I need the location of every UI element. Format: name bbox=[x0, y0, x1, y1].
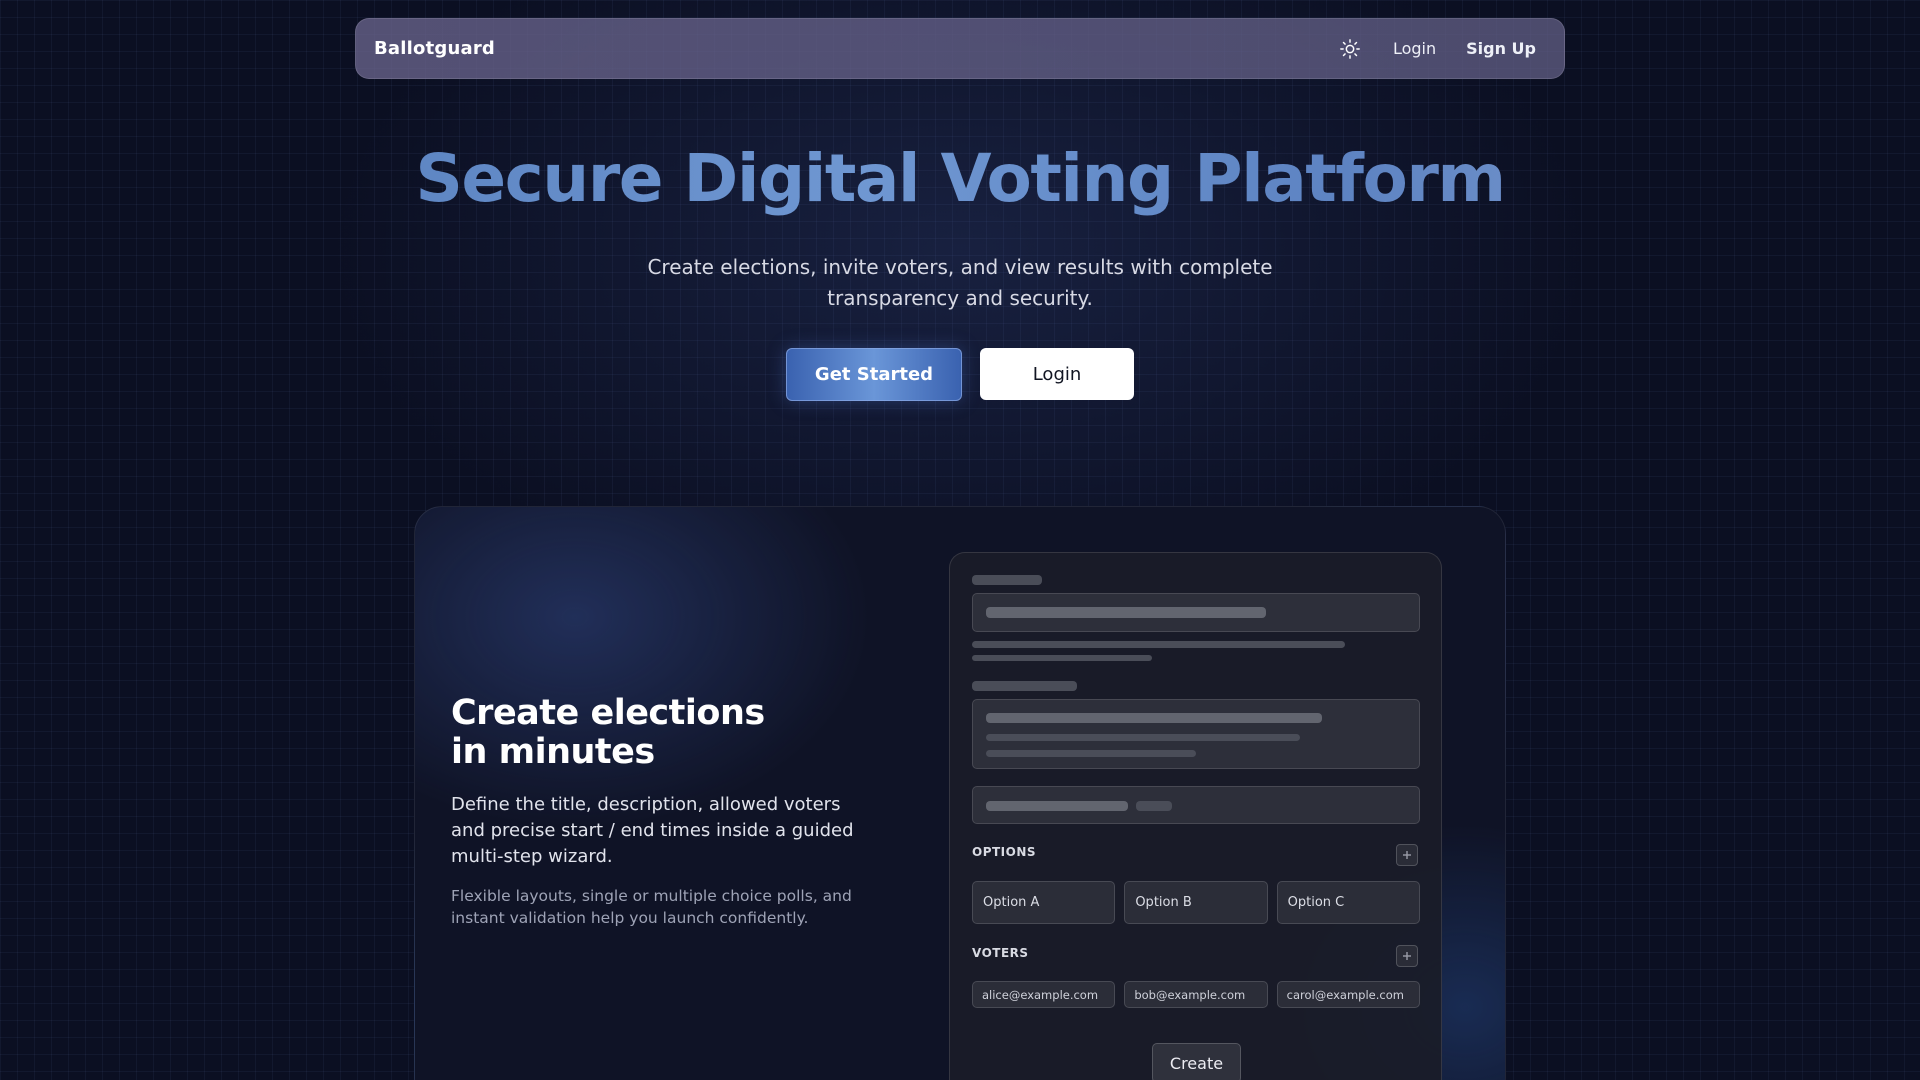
option-chip[interactable]: Option B bbox=[1124, 881, 1268, 924]
voter-chip[interactable]: carol@example.com bbox=[1276, 981, 1420, 1008]
voters-label: VOTERS bbox=[972, 946, 1029, 960]
plus-icon bbox=[1403, 952, 1411, 960]
nav-signup-link[interactable]: Sign Up bbox=[1466, 39, 1536, 58]
skeleton-label bbox=[972, 575, 1042, 585]
option-chip[interactable]: Option A bbox=[972, 881, 1116, 924]
get-started-button[interactable]: Get Started bbox=[786, 348, 962, 401]
nav-actions: Login Sign Up bbox=[1337, 36, 1536, 62]
feature-card: Create elections in minutes Define the t… bbox=[414, 506, 1506, 1080]
skeleton-title-input bbox=[972, 593, 1420, 632]
hero-title: Secure Digital Voting Platform bbox=[0, 140, 1920, 217]
skeleton-label bbox=[972, 681, 1077, 691]
skeleton-line bbox=[986, 713, 1322, 723]
hero-login-button[interactable]: Login bbox=[980, 348, 1134, 400]
skeleton-line bbox=[986, 607, 1266, 618]
skeleton-line bbox=[986, 750, 1196, 757]
add-voter-button[interactable] bbox=[1396, 945, 1418, 967]
plus-icon bbox=[1403, 851, 1411, 859]
feature-heading: Create elections in minutes bbox=[451, 693, 765, 772]
skeleton-line bbox=[986, 734, 1300, 741]
brand-logo[interactable]: Ballotguard bbox=[374, 38, 495, 59]
nav-login-link[interactable]: Login bbox=[1393, 39, 1436, 58]
feature-note: Flexible layouts, single or multiple cho… bbox=[451, 887, 852, 927]
election-form-preview: OPTIONS Option A Option B Option C VOTER… bbox=[949, 552, 1442, 1080]
add-option-button[interactable] bbox=[1396, 844, 1418, 866]
voters-list: alice@example.com bob@example.com carol@… bbox=[972, 981, 1420, 1008]
sun-icon bbox=[1340, 38, 1360, 59]
hero-actions: Get Started Login bbox=[0, 348, 1920, 401]
create-election-button[interactable]: Create bbox=[1152, 1043, 1241, 1080]
options-list: Option A Option B Option C bbox=[972, 881, 1420, 924]
option-chip[interactable]: Option C bbox=[1276, 881, 1420, 924]
skeleton-date-input bbox=[972, 786, 1420, 824]
hero-subtitle: Create elections, invite voters, and vie… bbox=[647, 255, 1273, 310]
skeleton-line bbox=[1136, 801, 1172, 811]
voter-chip[interactable]: bob@example.com bbox=[1124, 981, 1268, 1008]
feature-description: Define the title, description, allowed v… bbox=[451, 794, 854, 867]
voter-chip[interactable]: alice@example.com bbox=[972, 981, 1116, 1008]
theme-toggle-button[interactable] bbox=[1337, 36, 1363, 62]
navbar: Ballotguard Login Sign Up bbox=[355, 18, 1565, 79]
skeleton-line bbox=[972, 641, 1345, 648]
skeleton-description-input bbox=[972, 699, 1420, 769]
skeleton-line bbox=[972, 655, 1152, 661]
skeleton-line bbox=[986, 801, 1128, 811]
options-label: OPTIONS bbox=[972, 845, 1037, 859]
